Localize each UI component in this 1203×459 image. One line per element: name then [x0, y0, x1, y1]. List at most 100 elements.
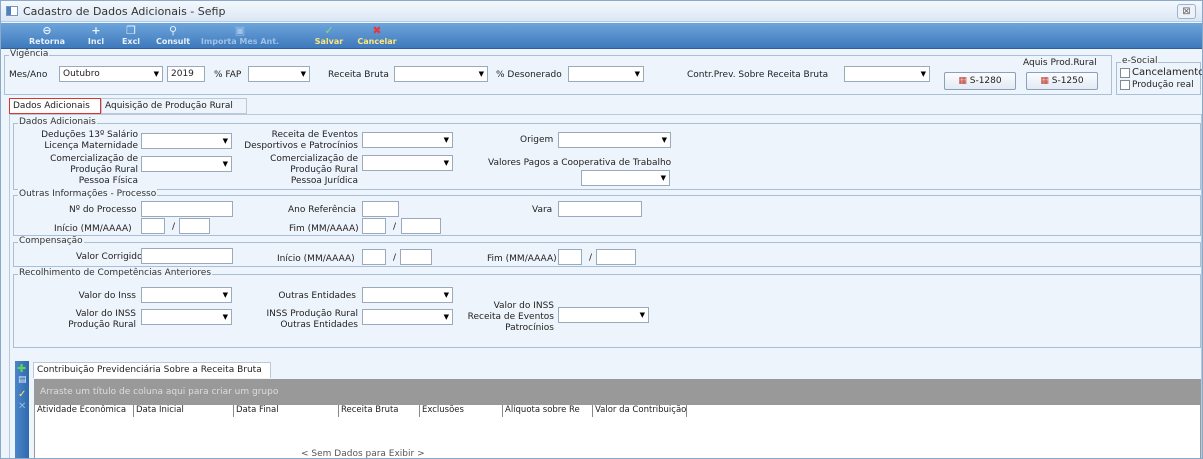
receita-eventos-label-2: Desportivos e Patrocínios: [244, 141, 358, 151]
group-by-area[interactable]: Arraste um título de coluna aqui para cr…: [35, 380, 1200, 405]
salvar-button[interactable]: ✓ Salvar: [309, 24, 349, 48]
col-data-inicial[interactable]: Data Inicial: [134, 405, 234, 417]
desonerado-label: % Desonerado: [496, 70, 562, 80]
com-pf-label-3: Pessoa Física: [78, 176, 138, 186]
window-icon: [6, 6, 18, 16]
com-pj-label-2: Produção Rural: [290, 165, 358, 175]
vara-input[interactable]: [558, 201, 642, 217]
col-receita-bruta[interactable]: Receita Bruta: [339, 405, 420, 417]
origem-select[interactable]: [558, 132, 671, 148]
grid-header: Atividade Econômica Data Inicial Data Fi…: [35, 405, 1200, 418]
com-pj-select[interactable]: [362, 155, 453, 171]
back-icon: ⊖: [42, 24, 52, 37]
dados-adicionais-title: Dados Adicionais: [18, 117, 97, 127]
confirm-icon[interactable]: ✓: [18, 389, 26, 400]
valor-inss-select[interactable]: [141, 287, 232, 303]
processo-inicio-mes-input[interactable]: [141, 218, 165, 234]
add-icon: +: [91, 24, 101, 37]
recolhimento-title: Recolhimento de Competências Anteriores: [18, 268, 213, 278]
col-atividade-economica[interactable]: Atividade Econômica: [35, 405, 134, 417]
inss-eventos-select[interactable]: [558, 307, 649, 323]
contr-select[interactable]: [844, 66, 930, 82]
outras-informacoes-title: Outras Informações - Processo: [18, 189, 158, 199]
empty-grid-message: < Sem Dados para Exibir >: [301, 449, 425, 459]
processo-fim-label: Fim (MM/AAAA): [289, 224, 359, 234]
cancel-row-icon[interactable]: ✕: [18, 401, 26, 412]
deducoes-select[interactable]: [141, 133, 232, 149]
processo-input[interactable]: [141, 201, 233, 217]
receita-bruta-label: Receita Bruta: [328, 70, 389, 80]
desonerado-select[interactable]: [568, 66, 644, 82]
processo-inicio-ano-input[interactable]: [179, 218, 210, 234]
consultar-button[interactable]: ⚲ Consult: [151, 24, 195, 48]
importa-mes-ant-button[interactable]: ▣ Importa Mes Ant.: [199, 24, 281, 48]
ano-referencia-label: Ano Referência: [288, 205, 357, 215]
vara-label: Vara: [532, 205, 553, 215]
valores-coop-select[interactable]: [581, 170, 670, 186]
fap-select[interactable]: [248, 66, 310, 82]
com-pj-label-1: Comercialização de: [270, 154, 358, 164]
import-icon: ▣: [234, 24, 246, 37]
cancelar-button[interactable]: ✖ Cancelar: [353, 24, 401, 48]
col-data-final[interactable]: Data Final: [234, 405, 339, 417]
processo-fim-ano-input[interactable]: [401, 218, 441, 234]
add-row-icon[interactable]: ✚: [17, 362, 26, 375]
slash: /: [589, 253, 593, 263]
tab-contribuicao-previdenciaria[interactable]: Contribuição Previdenciária Sobre a Rece…: [33, 362, 271, 378]
com-pf-label-2: Produção Rural: [70, 165, 138, 175]
tab-aquisicao-producao-rural[interactable]: Aquisição de Produção Rural: [101, 98, 247, 114]
compensacao-fim-mes-input[interactable]: [558, 249, 582, 265]
outras-entidades-select[interactable]: [362, 287, 453, 303]
s1280-button[interactable]: ▦ S-1280: [944, 72, 1016, 90]
excluir-button[interactable]: ❐ Excl: [116, 24, 146, 48]
col-exclusoes[interactable]: Exclusões: [420, 405, 503, 417]
outras-entidades-label: Outras Entidades: [278, 291, 356, 301]
producao-real-checkbox[interactable]: [1120, 80, 1130, 90]
receita-eventos-select[interactable]: [362, 132, 453, 148]
compensacao-fim-label: Fim (MM/AAAA): [487, 254, 557, 264]
retorna-button[interactable]: ⊖ Retorna: [25, 24, 69, 48]
cancel-icon: ✖: [372, 24, 382, 37]
processo-fim-mes-input[interactable]: [362, 218, 386, 234]
cancelamento-checkbox[interactable]: [1120, 68, 1130, 78]
inss-rural-select[interactable]: [141, 309, 232, 325]
tab-dados-adicionais[interactable]: Dados Adicionais: [9, 98, 101, 114]
compensacao-inicio-ano-input[interactable]: [400, 249, 432, 265]
slash: /: [393, 222, 397, 232]
edit-row-icon[interactable]: ▤: [18, 375, 27, 385]
com-pf-label-1: Comercialização de: [50, 154, 138, 164]
ano-input[interactable]: 2019: [167, 66, 205, 82]
col-valor-contribuicao[interactable]: Valor da Contribuição: [593, 405, 687, 417]
valor-inss-label: Valor do Inss: [78, 291, 136, 301]
compensacao-inicio-label: Início (MM/AAAA): [277, 254, 355, 264]
event-icon: ▦: [1040, 76, 1049, 86]
inss-rural-label-2: Produção Rural: [68, 320, 136, 330]
mes-ano-label: Mes/Ano: [9, 70, 48, 80]
s1250-button[interactable]: ▦ S-1250: [1026, 72, 1098, 90]
inss-rural-label-1: Valor do INSS: [75, 309, 136, 319]
vigencia-title: Vigência: [9, 49, 50, 59]
mes-select[interactable]: Outubro: [59, 66, 163, 82]
incluir-button[interactable]: + Incl: [81, 24, 111, 48]
col-aliquota[interactable]: Alíquota sobre Re: [503, 405, 593, 417]
inss-rural-outras-select[interactable]: [362, 309, 453, 325]
valor-corrigido-input[interactable]: [141, 248, 233, 264]
ano-referencia-input[interactable]: [362, 201, 399, 217]
com-pf-select[interactable]: [141, 156, 232, 172]
receita-bruta-select[interactable]: [394, 66, 488, 82]
close-button[interactable]: ⊠: [1177, 4, 1196, 19]
check-icon: ✓: [324, 24, 334, 37]
data-grid: Arraste um título de coluna aqui para cr…: [34, 379, 1201, 459]
receita-eventos-label-1: Receita de Eventos: [271, 130, 358, 140]
search-icon: ⚲: [168, 24, 178, 37]
compensacao-fim-ano-input[interactable]: [596, 249, 636, 265]
deducoes-label-1: Deduções 13º Salário: [41, 130, 138, 140]
com-pj-label-3: Pessoa Jurídica: [290, 176, 358, 186]
processo-label: Nº do Processo: [69, 205, 137, 215]
producao-real-label: Produção real: [1132, 80, 1194, 90]
inss-eventos-label-2: Receita de Eventos: [467, 312, 554, 322]
main-window: Cadastro de Dados Adicionais - Sefip ⊠ ⊖…: [0, 0, 1203, 459]
compensacao-inicio-mes-input[interactable]: [362, 249, 386, 265]
processo-inicio-label: Início (MM/AAAA): [54, 224, 132, 234]
slash: /: [172, 222, 176, 232]
